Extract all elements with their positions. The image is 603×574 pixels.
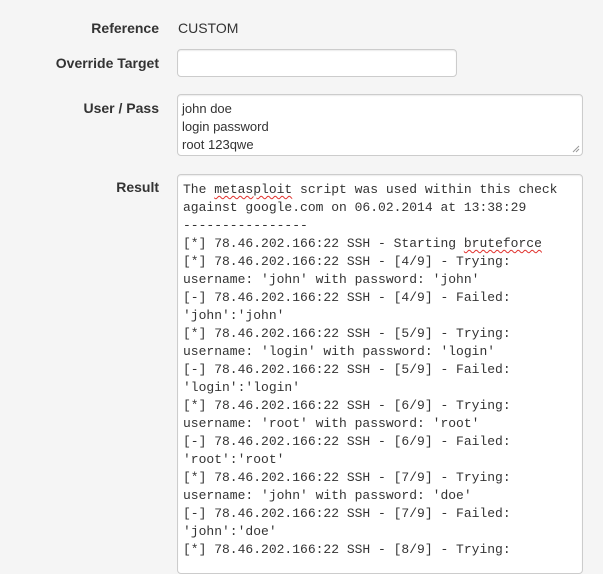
user-pass-line: root 123qwe: [182, 137, 254, 152]
result-line: 'john':'john': [183, 308, 285, 323]
result-line: [-] 78.46.202.166:22 SSH - [7/9] - Faile…: [183, 506, 511, 521]
result-line: [-] 78.46.202.166:22 SSH - [6/9] - Faile…: [183, 434, 511, 449]
result-label: Result: [116, 179, 159, 195]
result-line: [*] 78.46.202.166:22 SSH - [8/9] - Tryin…: [183, 542, 511, 557]
override-target-field-wrapper: [177, 49, 457, 77]
override-target-input[interactable]: [178, 50, 456, 76]
user-pass-textarea[interactable]: john doe login password root 123qwe: [177, 94, 583, 156]
user-pass-label: User / Pass: [83, 100, 160, 116]
result-line: ----------------: [183, 218, 308, 233]
result-line: username: 'login' with password: 'login': [183, 344, 496, 359]
result-line: 'john':'doe': [183, 524, 277, 539]
result-line: username: 'john' with password: 'doe': [183, 488, 472, 503]
result-line: [*] 78.46.202.166:22 SSH - [6/9] - Tryin…: [183, 398, 511, 413]
result-line: [-] 78.46.202.166:22 SSH - [5/9] - Faile…: [183, 362, 511, 377]
user-pass-line: login password: [182, 119, 269, 134]
result-line: [*] 78.46.202.166:22 SSH - [5/9] - Tryin…: [183, 326, 511, 341]
resize-grip-icon[interactable]: [572, 145, 580, 153]
result-textarea[interactable]: The metasploit script was used within th…: [177, 174, 583, 574]
user-pass-line: john doe: [182, 101, 232, 116]
result-line: [*] 78.46.202.166:22 SSH - [7/9] - Tryin…: [183, 470, 511, 485]
reference-value: CUSTOM: [178, 20, 239, 36]
override-target-label: Override Target: [55, 55, 159, 71]
result-line: [-] 78.46.202.166:22 SSH - [4/9] - Faile…: [183, 290, 511, 305]
result-line: username: 'root' with password: 'root': [183, 416, 480, 431]
reference-label: Reference: [91, 20, 159, 36]
result-line: 'login':'login': [183, 380, 301, 395]
result-line: [*] 78.46.202.166:22 SSH - Starting brut…: [183, 236, 542, 251]
result-line: 'root':'root': [183, 452, 285, 467]
result-line: [*] 78.46.202.166:22 SSH - [4/9] - Tryin…: [183, 254, 511, 269]
result-line: username: 'john' with password: 'john': [183, 272, 480, 287]
result-line: against google.com on 06.02.2014 at 13:3…: [183, 200, 527, 215]
result-line: The metasploit script was used within th…: [183, 182, 558, 197]
